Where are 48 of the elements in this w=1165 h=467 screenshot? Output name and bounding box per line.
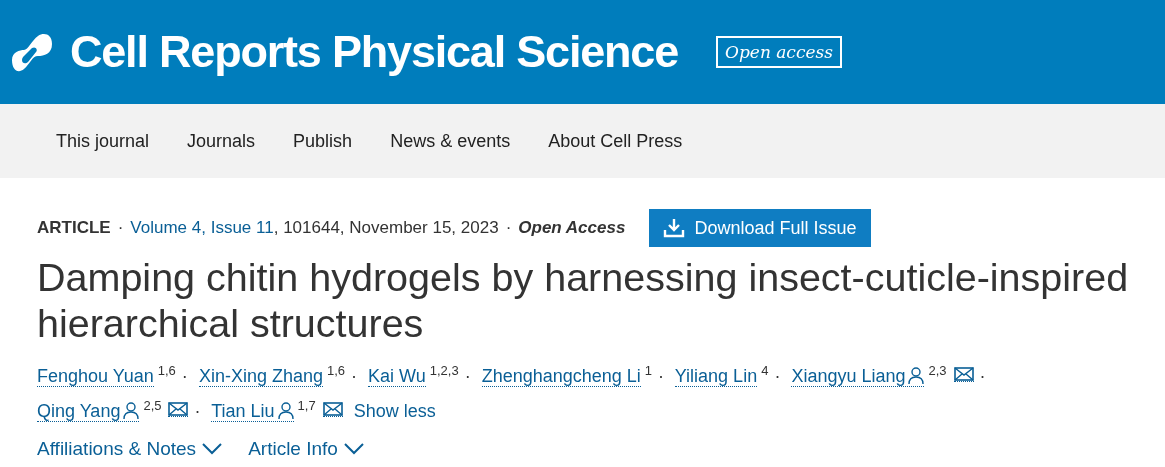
nav-link[interactable]: Journals xyxy=(187,130,256,152)
nav-link[interactable]: About Cell Press xyxy=(548,130,683,152)
affiliation-marks: 2,3 xyxy=(928,363,947,378)
separator-dot: · xyxy=(464,366,471,386)
affiliation-marks: 1 xyxy=(644,363,653,378)
separator-dot: · xyxy=(774,366,781,386)
separator-dot: · xyxy=(505,218,512,238)
person-icon xyxy=(123,402,140,419)
person-icon xyxy=(277,402,294,419)
author-link[interactable]: Xiangyu Liang xyxy=(791,366,925,387)
download-icon xyxy=(663,218,686,238)
email-icon[interactable] xyxy=(953,367,974,382)
affiliation-marks: 4 xyxy=(761,363,769,378)
show-less-link[interactable]: Show less xyxy=(353,401,436,421)
affiliation-marks: 1,7 xyxy=(297,398,316,413)
separator-dot: · xyxy=(979,366,986,386)
separator-dot: · xyxy=(117,218,124,238)
open-access-label: Open access xyxy=(716,36,842,68)
author-link[interactable]: Yiliang Lin xyxy=(674,366,758,387)
download-button[interactable]: Download Full Issue xyxy=(649,209,872,247)
email-icon[interactable] xyxy=(168,402,189,417)
author-link[interactable]: Kai Wu xyxy=(368,366,426,387)
expand-toggle[interactable]: Affiliations & Notes xyxy=(37,438,223,460)
person-icon xyxy=(908,367,925,384)
email-icon[interactable] xyxy=(322,402,343,417)
nav-link[interactable]: News & events xyxy=(390,130,511,152)
journal-title[interactable]: Cell Reports Physical Science xyxy=(70,26,678,78)
separator-dot: · xyxy=(181,366,188,386)
author-link[interactable]: Fenghou Yuan xyxy=(37,366,154,387)
affiliation-marks: 1,6 xyxy=(326,363,346,378)
separator-dot: · xyxy=(351,366,358,386)
author-link[interactable]: Tian Liu xyxy=(211,401,294,422)
affiliation-marks: 1,2,3 xyxy=(429,363,459,378)
article-title: Damping chitin hydrogels by harnessing insect-cuticle-inspired hierarchical structures xyxy=(37,254,1130,346)
volume-issue-link[interactable]: Volume 4, Issue 11 xyxy=(130,218,274,238)
nav-link[interactable]: Publish xyxy=(293,130,353,152)
author-link[interactable]: Qing Yang xyxy=(37,401,140,422)
affiliation-marks: 2,5 xyxy=(143,398,162,413)
affiliation-marks: 1,6 xyxy=(157,363,176,378)
author-link[interactable]: Xin-Xing Zhang xyxy=(198,366,323,387)
nav-link[interactable]: This journal xyxy=(56,130,150,152)
separator-dot: · xyxy=(194,401,201,421)
author-link[interactable]: Zhenghangcheng Li xyxy=(481,366,641,387)
separator-dot: · xyxy=(658,366,665,386)
article-type: ARTICLE xyxy=(37,218,111,238)
article-details: , 101644, November 15, 2023 xyxy=(273,218,499,238)
expand-toggle[interactable]: Article Info xyxy=(248,438,364,460)
access-label: Open Access xyxy=(518,218,626,238)
